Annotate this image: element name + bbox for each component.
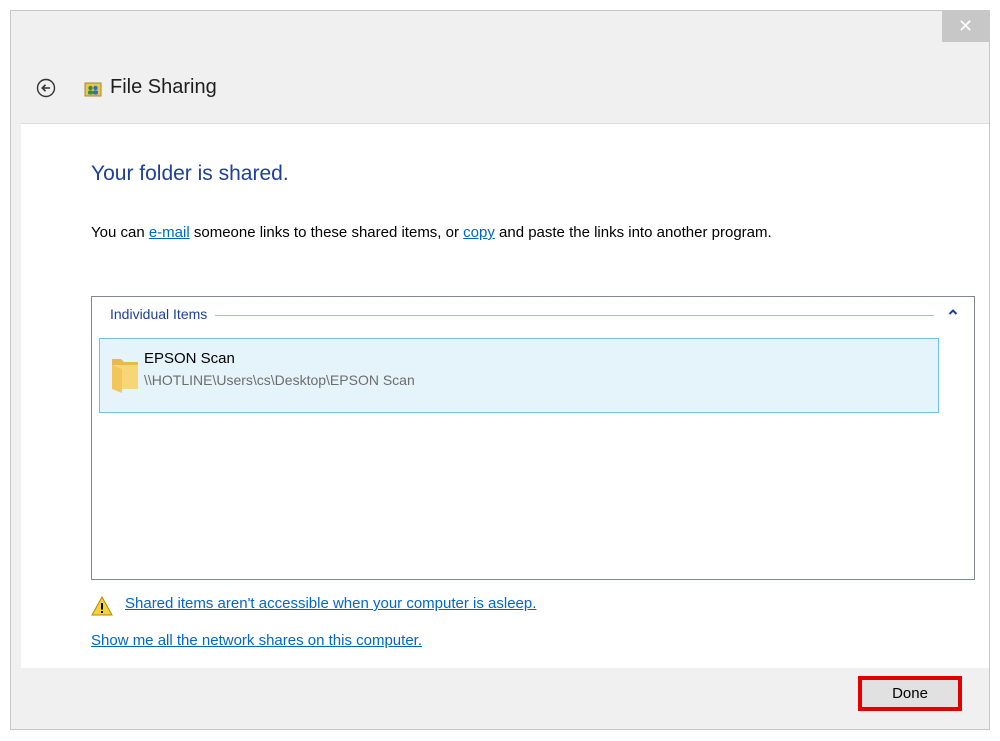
sleep-warning-link[interactable]: Shared items aren't accessible when your… [125, 595, 536, 612]
chevron-up-icon[interactable] [946, 305, 960, 319]
group-header-individual-items: Individual Items [110, 306, 216, 322]
close-icon: ✕ [957, 16, 974, 36]
intro-text: You can e-mail someone links to these sh… [91, 224, 772, 241]
item-name: EPSON Scan [144, 350, 235, 367]
intro-text-middle: someone links to these shared items, or [189, 224, 464, 241]
file-sharing-dialog: ✕ File Sharing Your folder is shared. Yo… [10, 10, 990, 730]
shared-items-list[interactable]: Individual Items EPSON Scan \\HOTLINE\Us… [91, 296, 975, 580]
done-button[interactable]: Done [858, 676, 962, 711]
list-item[interactable]: EPSON Scan \\HOTLINE\Users\cs\Desktop\EP… [99, 338, 939, 413]
intro-text-end: and paste the links into another program… [494, 224, 772, 241]
network-shares-link[interactable]: Show me all the network shares on this c… [91, 632, 422, 649]
content-pane: Your folder is shared. You can e-mail so… [21, 123, 989, 668]
file-sharing-icon [84, 82, 102, 97]
group-divider [110, 315, 934, 316]
folder-icon [112, 359, 138, 393]
sleep-warning: Shared items aren't accessible when your… [91, 594, 691, 618]
page-heading: Your folder is shared. [91, 162, 289, 185]
copy-link[interactable]: copy [463, 224, 495, 241]
window-title: File Sharing [110, 76, 217, 98]
warning-icon [91, 596, 113, 616]
email-link[interactable]: e-mail [149, 224, 190, 241]
item-path: \\HOTLINE\Users\cs\Desktop\EPSON Scan [144, 372, 415, 388]
title-bar: File Sharing [11, 73, 989, 103]
intro-text-start: You can [91, 224, 149, 241]
back-arrow-icon[interactable] [36, 78, 56, 98]
close-button[interactable]: ✕ [942, 11, 989, 42]
